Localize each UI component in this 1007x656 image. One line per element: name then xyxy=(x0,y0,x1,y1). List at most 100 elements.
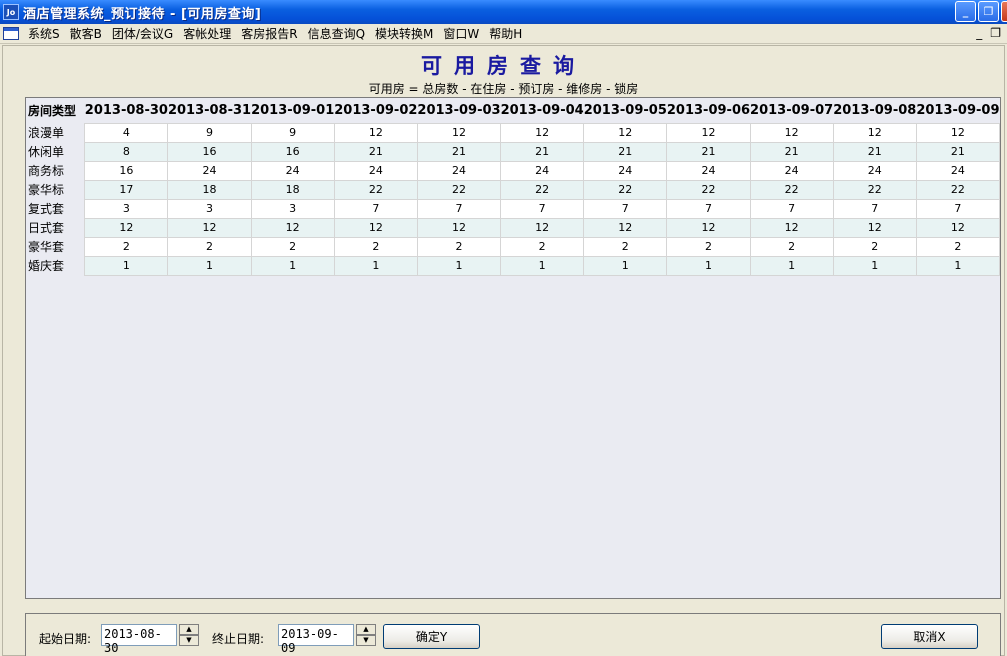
availability-cell[interactable]: 22 xyxy=(500,179,585,200)
availability-cell[interactable]: 2 xyxy=(84,236,169,257)
availability-cell[interactable]: 21 xyxy=(583,141,668,162)
availability-grid[interactable]: 房间类型 2013-08-30 2013-08-31 2013-09-01 2013-0… xyxy=(25,97,1001,599)
availability-cell[interactable]: 2 xyxy=(500,236,585,257)
menu-item-5[interactable]: 信息查询Q xyxy=(303,25,370,42)
availability-cell[interactable]: 2 xyxy=(666,236,751,257)
availability-cell[interactable]: 3 xyxy=(84,198,169,219)
availability-cell[interactable]: 12 xyxy=(832,122,917,143)
availability-cell[interactable]: 2 xyxy=(583,236,668,257)
availability-cell[interactable]: 1 xyxy=(749,255,834,276)
end-date-field[interactable]: 2013-09-09 ▲ ▼ xyxy=(278,624,376,655)
availability-cell[interactable]: 18 xyxy=(167,179,252,200)
availability-cell[interactable]: 24 xyxy=(749,160,834,181)
availability-cell[interactable]: 12 xyxy=(666,217,751,238)
availability-cell[interactable]: 24 xyxy=(832,160,917,181)
availability-cell[interactable]: 21 xyxy=(416,141,502,162)
availability-cell[interactable]: 22 xyxy=(915,179,1000,200)
availability-cell[interactable]: 4 xyxy=(84,122,169,143)
availability-cell[interactable]: 24 xyxy=(583,160,668,181)
availability-cell[interactable]: 3 xyxy=(250,198,335,219)
availability-cell[interactable]: 12 xyxy=(500,217,585,238)
availability-cell[interactable]: 12 xyxy=(915,122,1000,143)
availability-cell[interactable]: 9 xyxy=(167,122,252,143)
cancel-button[interactable]: 取消X xyxy=(881,624,978,649)
availability-cell[interactable]: 1 xyxy=(416,255,502,276)
availability-cell[interactable]: 1 xyxy=(84,255,169,276)
availability-cell[interactable]: 12 xyxy=(915,217,1000,238)
availability-cell[interactable]: 2 xyxy=(333,236,418,257)
restore-button[interactable]: ❐ xyxy=(978,1,999,22)
minimize-button[interactable]: _ xyxy=(955,1,976,22)
availability-cell[interactable]: 21 xyxy=(832,141,917,162)
end-date-input[interactable]: 2013-09-09 xyxy=(278,624,354,655)
spin-up-icon[interactable]: ▲ xyxy=(356,624,376,635)
availability-cell[interactable]: 12 xyxy=(583,122,668,143)
availability-cell[interactable]: 16 xyxy=(167,141,252,162)
table-row[interactable]: 商务标 16 24 24 24 24 24 24 24 24 24 24 xyxy=(26,160,1000,181)
menu-item-6[interactable]: 模块转换M xyxy=(370,25,438,42)
availability-cell[interactable]: 1 xyxy=(832,255,917,276)
availability-cell[interactable]: 24 xyxy=(500,160,585,181)
availability-cell[interactable]: 1 xyxy=(333,255,418,276)
availability-cell[interactable]: 2 xyxy=(250,236,335,257)
menu-item-8[interactable]: 帮助H xyxy=(484,25,527,42)
availability-cell[interactable]: 21 xyxy=(666,141,751,162)
availability-cell[interactable]: 7 xyxy=(666,198,751,219)
availability-cell[interactable]: 17 xyxy=(84,179,169,200)
menu-item-7[interactable]: 窗口W xyxy=(438,25,484,42)
availability-cell[interactable]: 2 xyxy=(915,236,1000,257)
availability-cell[interactable]: 2 xyxy=(416,236,502,257)
table-row[interactable]: 休闲单 8 16 16 21 21 21 21 21 21 21 21 xyxy=(26,141,1000,162)
availability-cell[interactable]: 12 xyxy=(416,217,502,238)
availability-cell[interactable]: 12 xyxy=(84,217,169,238)
availability-cell[interactable]: 8 xyxy=(84,141,169,162)
table-row[interactable]: 婚庆套 1 1 1 1 1 1 1 1 1 1 1 xyxy=(26,255,1000,276)
table-row[interactable]: 浪漫单 4 9 9 12 12 12 12 12 12 12 12 xyxy=(26,122,1000,143)
spin-down-icon[interactable]: ▼ xyxy=(179,635,199,646)
availability-cell[interactable]: 24 xyxy=(333,160,418,181)
availability-cell[interactable]: 12 xyxy=(749,217,834,238)
app-icon[interactable]: Jo xyxy=(3,4,19,20)
availability-cell[interactable]: 2 xyxy=(749,236,834,257)
availability-cell[interactable]: 7 xyxy=(416,198,502,219)
availability-cell[interactable]: 12 xyxy=(500,122,585,143)
table-row[interactable]: 豪华套 2 2 2 2 2 2 2 2 2 2 2 xyxy=(26,236,1000,257)
availability-cell[interactable]: 12 xyxy=(666,122,751,143)
availability-cell[interactable]: 12 xyxy=(416,122,502,143)
availability-cell[interactable]: 22 xyxy=(583,179,668,200)
availability-cell[interactable]: 24 xyxy=(416,160,502,181)
start-date-spinner[interactable]: ▲ ▼ xyxy=(179,624,199,646)
spin-down-icon[interactable]: ▼ xyxy=(356,635,376,646)
availability-cell[interactable]: 7 xyxy=(915,198,1000,219)
table-row[interactable]: 复式套 3 3 3 7 7 7 7 7 7 7 7 xyxy=(26,198,1000,219)
availability-cell[interactable]: 7 xyxy=(500,198,585,219)
availability-cell[interactable]: 1 xyxy=(167,255,252,276)
availability-cell[interactable]: 1 xyxy=(250,255,335,276)
mdi-restore-button[interactable]: ❐ xyxy=(990,26,1001,40)
menu-item-3[interactable]: 客帐处理 xyxy=(178,25,236,42)
availability-cell[interactable]: 16 xyxy=(84,160,169,181)
confirm-button[interactable]: 确定Y xyxy=(383,624,480,649)
availability-cell[interactable]: 12 xyxy=(167,217,252,238)
availability-cell[interactable]: 2 xyxy=(832,236,917,257)
menu-item-2[interactable]: 团体/会议G xyxy=(107,25,178,42)
availability-cell[interactable]: 12 xyxy=(333,217,418,238)
availability-cell[interactable]: 1 xyxy=(583,255,668,276)
availability-cell[interactable]: 21 xyxy=(500,141,585,162)
availability-cell[interactable]: 7 xyxy=(333,198,418,219)
availability-cell[interactable]: 1 xyxy=(666,255,751,276)
availability-cell[interactable]: 9 xyxy=(250,122,335,143)
availability-cell[interactable]: 3 xyxy=(167,198,252,219)
end-date-spinner[interactable]: ▲ ▼ xyxy=(356,624,376,646)
availability-cell[interactable]: 22 xyxy=(832,179,917,200)
availability-cell[interactable]: 2 xyxy=(167,236,252,257)
availability-cell[interactable]: 22 xyxy=(666,179,751,200)
availability-cell[interactable]: 22 xyxy=(333,179,418,200)
mdi-minimize-button[interactable]: _ xyxy=(976,26,982,40)
availability-cell[interactable]: 7 xyxy=(832,198,917,219)
table-row[interactable]: 豪华标 17 18 18 22 22 22 22 22 22 22 22 xyxy=(26,179,1000,200)
availability-cell[interactable]: 12 xyxy=(832,217,917,238)
availability-cell[interactable]: 1 xyxy=(500,255,585,276)
availability-cell[interactable]: 7 xyxy=(749,198,834,219)
availability-cell[interactable]: 18 xyxy=(250,179,335,200)
